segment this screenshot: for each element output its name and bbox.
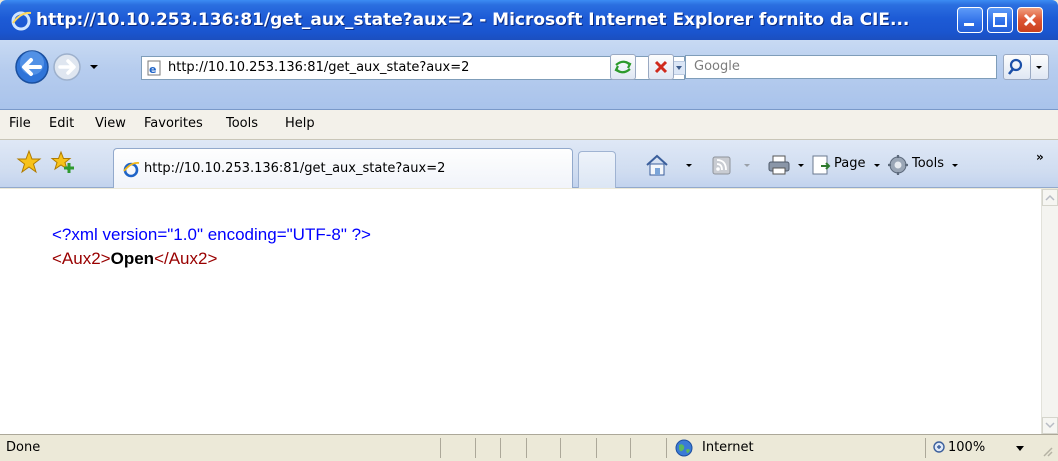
tab-active[interactable]: http://10.10.253.136:81/get_aux_state?au… <box>113 148 573 188</box>
stop-icon <box>654 60 668 74</box>
status-divider <box>630 438 631 458</box>
address-url[interactable]: http://10.10.253.136:81/get_aux_state?au… <box>168 59 469 77</box>
chevron-down-icon[interactable] <box>796 154 806 176</box>
print-icon[interactable] <box>766 154 792 176</box>
home-icon[interactable] <box>644 154 670 176</box>
scroll-down-button[interactable] <box>1042 417 1058 434</box>
tools-gear-icon[interactable] <box>886 154 910 176</box>
status-divider <box>500 438 501 458</box>
forward-arrow-icon[interactable] <box>52 52 82 82</box>
stop-button[interactable] <box>648 54 674 80</box>
feeds-icon[interactable] <box>710 154 734 176</box>
globe-icon <box>675 439 693 457</box>
xml-close-tag: </Aux2> <box>154 249 218 268</box>
menu-file[interactable]: File <box>9 116 31 131</box>
security-zone-label: Internet <box>702 440 754 455</box>
status-divider <box>526 438 527 458</box>
page-content: <?xml version="1.0" encoding="UTF-8" ?> … <box>0 189 1041 434</box>
chevron-down-icon[interactable] <box>672 61 686 75</box>
xml-value: Open <box>110 249 155 268</box>
chevron-down-icon[interactable] <box>950 154 960 176</box>
vertical-scrollbar[interactable] <box>1041 189 1058 434</box>
tab-command-bar: http://10.10.253.136:81/get_aux_state?au… <box>0 140 1058 188</box>
xml-declaration: <?xml version="1.0" encoding="UTF-8" ?> <box>52 223 371 247</box>
menu-view[interactable]: View <box>95 116 126 131</box>
maximize-button[interactable] <box>987 7 1013 33</box>
chevron-down-icon[interactable] <box>742 154 752 176</box>
page-icon: e <box>147 60 161 76</box>
xml-element: <Aux2>Open</Aux2> <box>52 247 371 271</box>
maximize-icon <box>993 13 1007 27</box>
add-favorites-icon[interactable] <box>50 149 76 175</box>
favorites-star-icon[interactable] <box>16 149 42 175</box>
ie-logo-icon <box>11 11 32 31</box>
new-tab-button[interactable] <box>578 151 616 188</box>
window-title: http://10.10.253.136:81/get_aux_state?au… <box>36 10 910 30</box>
more-commands-button[interactable]: » <box>1036 150 1044 164</box>
status-divider <box>925 438 926 458</box>
zoom-icon[interactable] <box>932 440 948 456</box>
title-bar: http://10.10.253.136:81/get_aux_state?au… <box>0 0 1058 40</box>
menu-help[interactable]: Help <box>285 116 315 131</box>
refresh-icon <box>614 60 632 74</box>
minimize-icon <box>964 23 974 26</box>
menu-edit[interactable]: Edit <box>49 116 74 131</box>
zoom-level[interactable]: 100% <box>948 440 985 455</box>
resize-grip-icon[interactable] <box>1040 444 1054 458</box>
svg-text:e: e <box>149 63 156 76</box>
close-button[interactable] <box>1017 7 1043 33</box>
search-icon <box>1007 58 1023 75</box>
chevron-down-icon[interactable] <box>1016 446 1024 452</box>
search-button[interactable] <box>1003 54 1031 80</box>
xml-document: <?xml version="1.0" encoding="UTF-8" ?> … <box>52 223 371 271</box>
menu-tools[interactable]: Tools <box>226 116 258 131</box>
back-arrow-icon[interactable] <box>14 49 50 85</box>
status-bar: Done Internet 100% <box>0 434 1058 461</box>
status-divider <box>440 438 441 458</box>
status-divider <box>560 438 561 458</box>
refresh-button[interactable] <box>610 54 636 80</box>
search-placeholder: Google <box>694 59 740 74</box>
scroll-up-button[interactable] <box>1042 189 1058 206</box>
status-divider <box>666 438 667 458</box>
chevron-down-icon[interactable] <box>684 154 694 176</box>
chevron-up-icon <box>1045 194 1055 201</box>
close-icon <box>1023 13 1037 27</box>
menu-favorites[interactable]: Favorites <box>144 116 203 131</box>
menu-bar: File Edit View Favorites Tools Help <box>0 110 1058 140</box>
chevron-down-icon <box>1045 422 1055 429</box>
address-bar[interactable]: e http://10.10.253.136:81/get_aux_state?… <box>141 56 686 80</box>
status-text: Done <box>6 440 41 455</box>
status-divider <box>596 438 597 458</box>
page-menu-label[interactable]: Page <box>834 156 865 171</box>
search-input[interactable]: Google <box>685 55 997 79</box>
address-toolbar: e http://10.10.253.136:81/get_aux_state?… <box>0 40 1058 110</box>
xml-declaration-text: <?xml version="1.0" encoding="UTF-8" ?> <box>52 225 371 244</box>
page-icon[interactable] <box>810 154 832 176</box>
tab-label: http://10.10.253.136:81/get_aux_state?au… <box>144 161 446 176</box>
xml-open-tag: <Aux2> <box>52 249 111 268</box>
browser-window: http://10.10.253.136:81/get_aux_state?au… <box>0 0 1058 461</box>
chevron-down-icon[interactable] <box>872 154 882 176</box>
minimize-button[interactable] <box>957 7 983 33</box>
search-options-button[interactable] <box>1031 54 1049 80</box>
chevron-down-icon[interactable] <box>88 62 100 72</box>
ie-logo-icon <box>123 162 140 178</box>
chevron-down-icon <box>1036 66 1042 69</box>
tools-menu-label[interactable]: Tools <box>912 156 944 171</box>
status-divider <box>475 438 476 458</box>
